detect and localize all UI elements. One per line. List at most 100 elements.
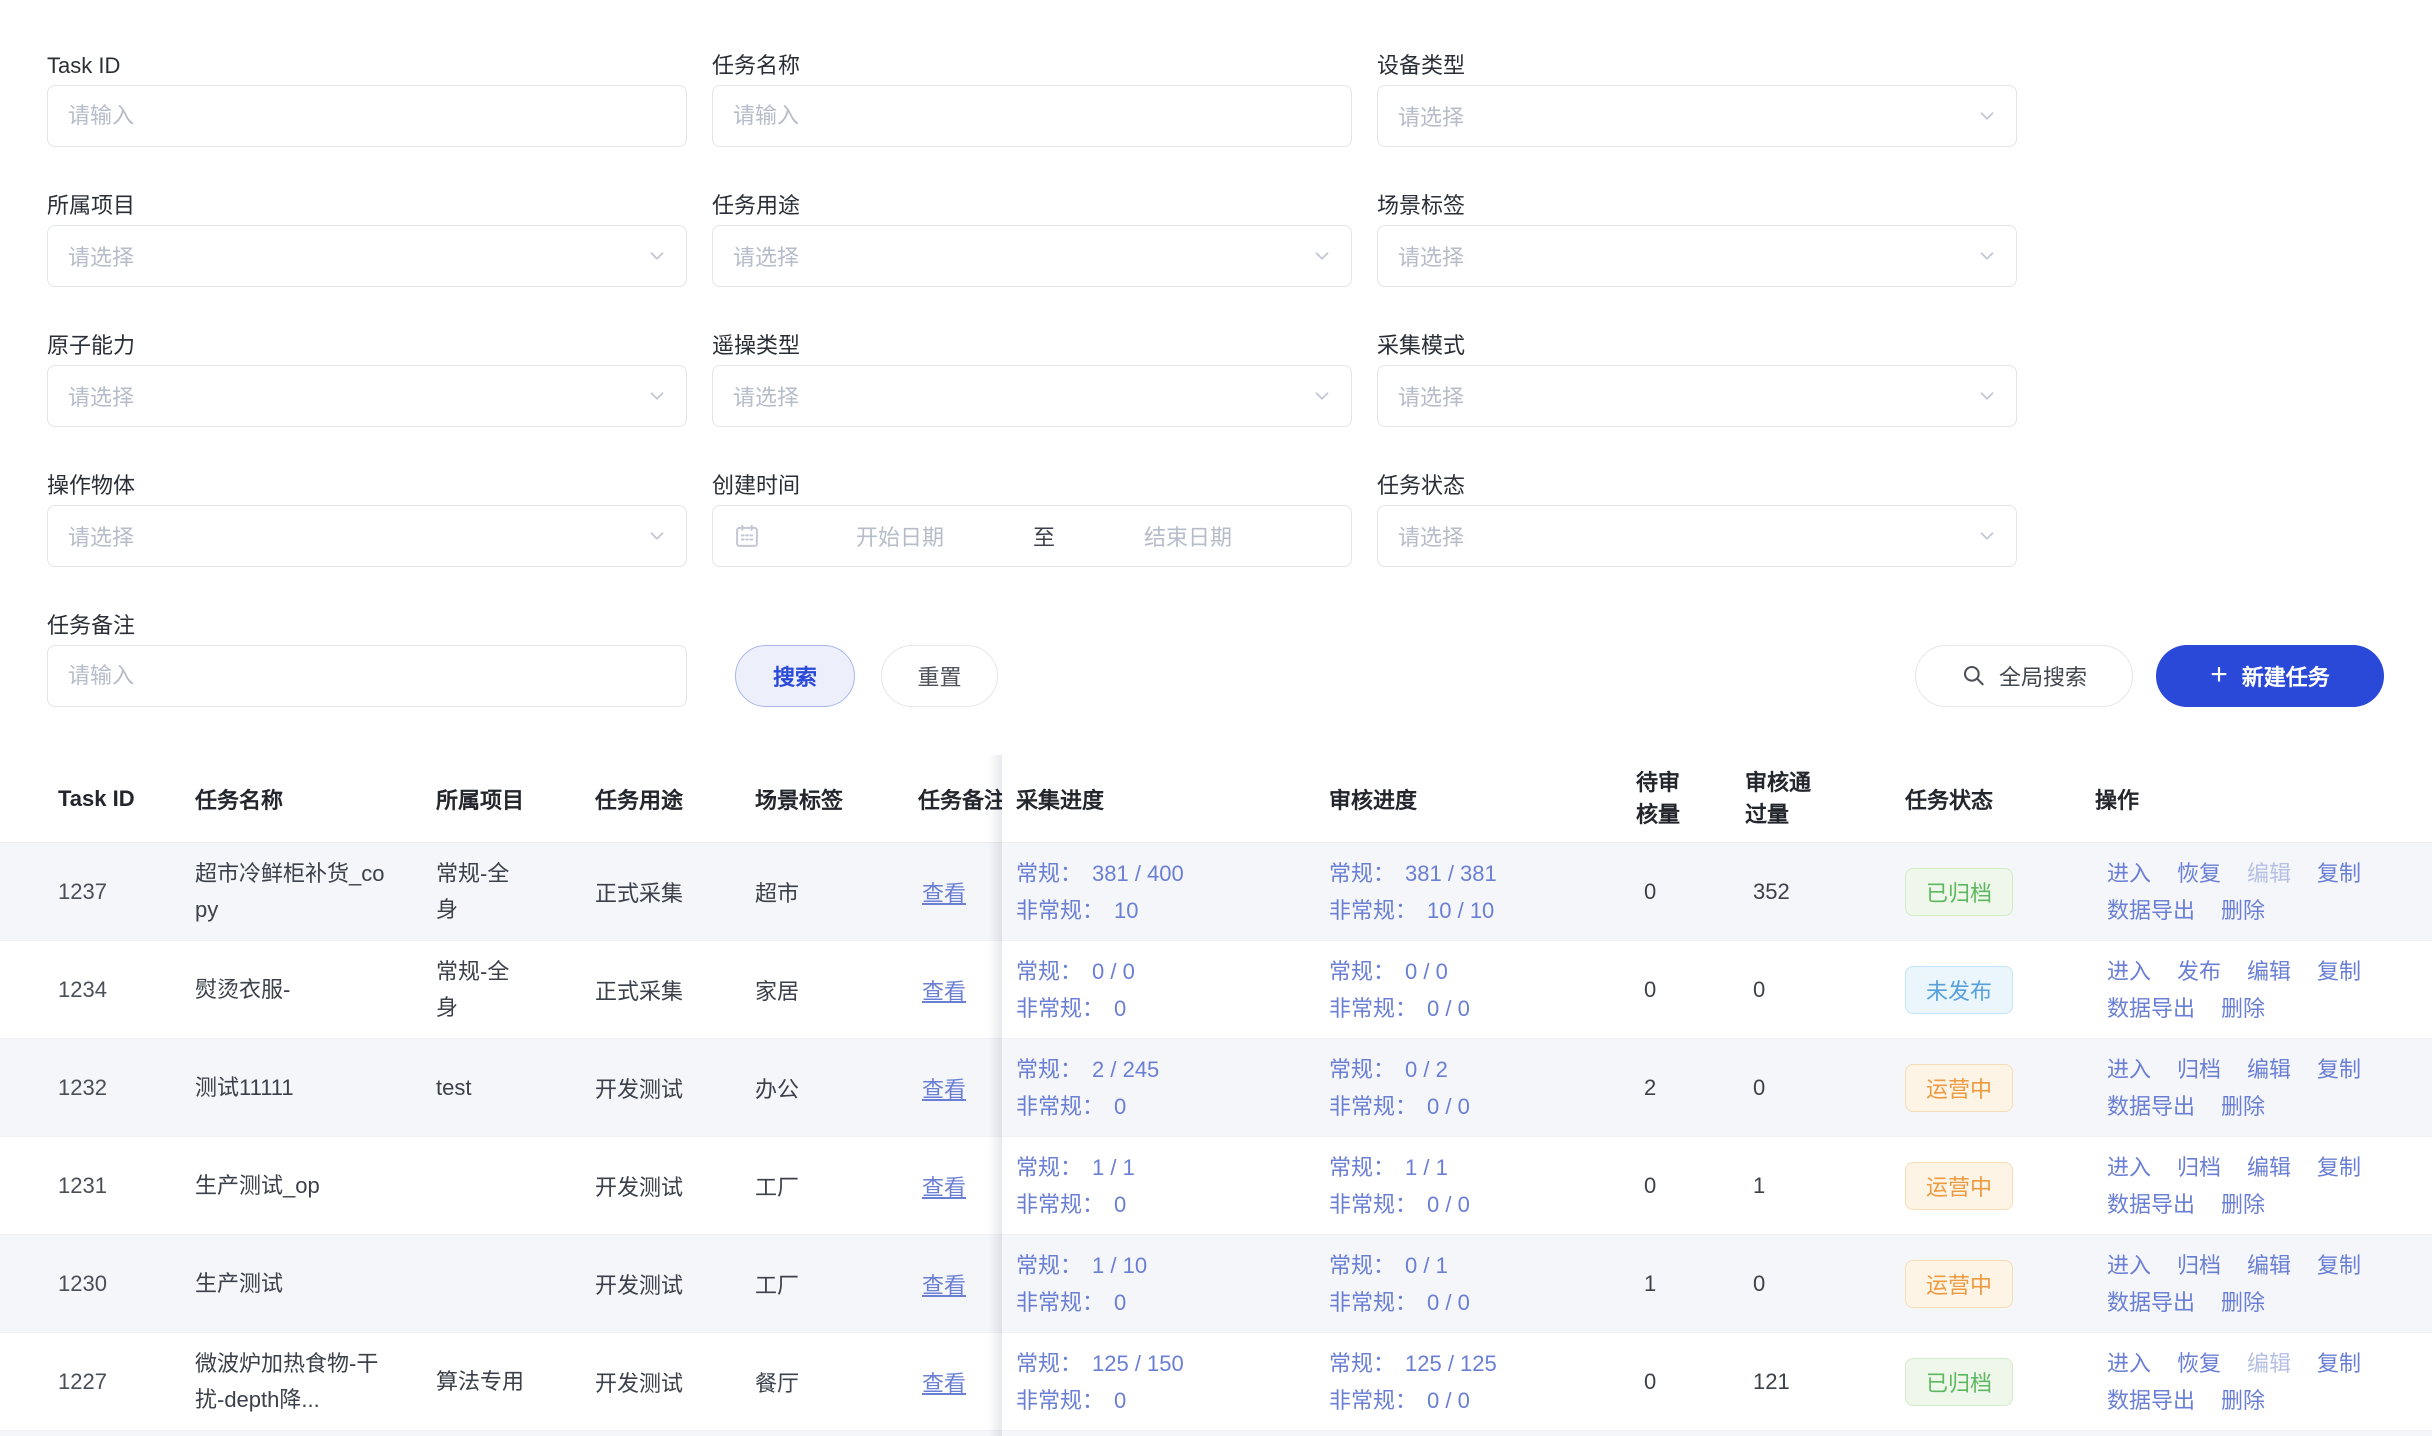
note-view-link[interactable]: 查看 <box>922 974 966 1006</box>
action-export[interactable]: 数据导出 <box>2107 990 2195 1027</box>
chevron-down-icon <box>646 245 668 267</box>
action-copy[interactable]: 复制 <box>2317 1247 2361 1284</box>
cell-actions: 进入 归档 编辑 复制 数据导出 删除 <box>2107 1039 2387 1137</box>
chevron-down-icon <box>1976 385 1998 407</box>
cell-task-id: 1227 <box>58 1333 107 1431</box>
new-task-button[interactable]: + 新建任务 <box>2156 645 2384 707</box>
filter-label: 任务用途 <box>712 193 1352 225</box>
teleop-select[interactable]: 请选择 <box>712 365 1352 427</box>
action-copy[interactable]: 复制 <box>2317 855 2361 892</box>
cell-task-name: 生产测试 <box>195 1235 385 1333</box>
cell-review-progress: 常规：381 / 381 非常规：10 / 10 <box>1329 843 1497 941</box>
filter-status: 任务状态 请选择 <box>1377 473 2017 567</box>
action-archive[interactable]: 归档 <box>2177 1149 2221 1186</box>
date-range-picker[interactable]: 开始日期 至 结束日期 <box>712 505 1352 567</box>
filter-section: Task ID 任务名称 设备类型 请选择 所属项目 请选择 任务用途 请选 <box>0 0 2432 707</box>
col-passed: 审核通过量 <box>1745 755 1817 843</box>
cell-actions: 进入 发布 编辑 复制 数据导出 删除 <box>2107 941 2387 1039</box>
action-export[interactable]: 数据导出 <box>2107 892 2195 929</box>
action-restore[interactable]: 恢复 <box>2177 1345 2221 1382</box>
atomic-select[interactable]: 请选择 <box>47 365 687 427</box>
note-view-link[interactable]: 查看 <box>922 1072 966 1104</box>
action-delete[interactable]: 删除 <box>2221 1382 2265 1419</box>
action-edit[interactable]: 编辑 <box>2247 1051 2291 1088</box>
filter-object: 操作物体 请选择 <box>47 473 687 567</box>
action-delete[interactable]: 删除 <box>2221 1088 2265 1125</box>
table-row: 1230 生产测试 开发测试 工厂 查看 常规：1 / 10 非常规：0 常规：… <box>0 1235 2432 1333</box>
action-copy[interactable]: 复制 <box>2317 1345 2361 1382</box>
chevron-down-icon <box>646 525 668 547</box>
action-archive[interactable]: 归档 <box>2177 1051 2221 1088</box>
cell-review-progress: 常规：1 / 1 非常规：0 / 0 <box>1329 1137 1470 1235</box>
filter-scene-tag: 场景标签 请选择 <box>1377 193 2017 287</box>
cell-actions: 进入 归档 编辑 复制 数据导出 删除 <box>2107 1235 2387 1333</box>
action-export[interactable]: 数据导出 <box>2107 1284 2195 1321</box>
action-publish[interactable]: 发布 <box>2177 953 2221 990</box>
select-placeholder: 请选择 <box>1398 100 1464 132</box>
action-delete[interactable]: 删除 <box>2221 1186 2265 1223</box>
cell-passed-count: 0 <box>1753 1039 1765 1137</box>
filter-device-type: 设备类型 请选择 <box>1377 53 2017 147</box>
device-type-select[interactable]: 请选择 <box>1377 85 2017 147</box>
col-note: 任务备注 <box>918 755 1002 843</box>
global-search-button[interactable]: 全局搜索 <box>1915 645 2133 707</box>
filter-task-id: Task ID <box>47 53 687 147</box>
action-copy[interactable]: 复制 <box>2317 1051 2361 1088</box>
global-search-label: 全局搜索 <box>1999 660 2087 692</box>
action-edit[interactable]: 编辑 <box>2247 1345 2291 1382</box>
action-enter[interactable]: 进入 <box>2107 1149 2151 1186</box>
action-enter[interactable]: 进入 <box>2107 1345 2151 1382</box>
date-end-placeholder[interactable]: 结束日期 <box>1055 520 1321 552</box>
col-scene: 场景标签 <box>755 755 843 843</box>
col-project: 所属项目 <box>436 755 524 843</box>
scene-tag-select[interactable]: 请选择 <box>1377 225 2017 287</box>
cell-project <box>436 1137 528 1235</box>
date-start-placeholder[interactable]: 开始日期 <box>767 520 1033 552</box>
action-enter[interactable]: 进入 <box>2107 855 2151 892</box>
action-delete[interactable]: 删除 <box>2221 1284 2265 1321</box>
action-export[interactable]: 数据导出 <box>2107 1088 2195 1125</box>
action-export[interactable]: 数据导出 <box>2107 1186 2195 1223</box>
select-placeholder: 请选择 <box>733 380 799 412</box>
task-name-input[interactable] <box>713 86 1351 146</box>
chevron-down-icon <box>1311 385 1333 407</box>
chevron-down-icon <box>646 385 668 407</box>
table-row: 1227 微波炉加热食物-干扰-depth降... 算法专用 开发测试 餐厅 查… <box>0 1333 2432 1431</box>
action-archive[interactable]: 归档 <box>2177 1247 2221 1284</box>
action-copy[interactable]: 复制 <box>2317 1149 2361 1186</box>
project-select[interactable]: 请选择 <box>47 225 687 287</box>
note-view-link[interactable]: 查看 <box>922 1170 966 1202</box>
status-select[interactable]: 请选择 <box>1377 505 2017 567</box>
action-export[interactable]: 数据导出 <box>2107 1382 2195 1419</box>
action-copy[interactable]: 复制 <box>2317 953 2361 990</box>
action-edit[interactable]: 编辑 <box>2247 953 2291 990</box>
action-enter[interactable]: 进入 <box>2107 1051 2151 1088</box>
cell-project <box>436 1235 528 1333</box>
action-enter[interactable]: 进入 <box>2107 953 2151 990</box>
task-id-input[interactable] <box>48 86 686 146</box>
note-view-link[interactable]: 查看 <box>922 1268 966 1300</box>
cell-purpose: 开发测试 <box>595 1039 683 1137</box>
action-edit[interactable]: 编辑 <box>2247 1149 2291 1186</box>
collect-mode-select[interactable]: 请选择 <box>1377 365 2017 427</box>
col-pending: 待审核量 <box>1636 755 1688 843</box>
action-edit[interactable]: 编辑 <box>2247 1247 2291 1284</box>
cell-passed-count: 0 <box>1753 941 1765 1039</box>
action-edit[interactable]: 编辑 <box>2247 855 2291 892</box>
object-select[interactable]: 请选择 <box>47 505 687 567</box>
note-input[interactable] <box>48 646 686 706</box>
note-view-link[interactable]: 查看 <box>922 876 966 908</box>
action-delete[interactable]: 删除 <box>2221 990 2265 1027</box>
cell-collect-progress: 常规：2 / 245 非常规：0 <box>1016 1039 1159 1137</box>
note-view-link[interactable]: 查看 <box>922 1366 966 1398</box>
status-badge: 运营中 <box>1905 1064 2013 1112</box>
action-enter[interactable]: 进入 <box>2107 1247 2151 1284</box>
action-restore[interactable]: 恢复 <box>2177 855 2221 892</box>
action-delete[interactable]: 删除 <box>2221 892 2265 929</box>
filter-label: 操作物体 <box>47 473 687 505</box>
select-placeholder: 请选择 <box>1398 520 1464 552</box>
cell-pending-count: 0 <box>1644 1137 1656 1235</box>
search-button[interactable]: 搜索 <box>735 645 855 707</box>
purpose-select[interactable]: 请选择 <box>712 225 1352 287</box>
reset-button[interactable]: 重置 <box>881 645 998 707</box>
